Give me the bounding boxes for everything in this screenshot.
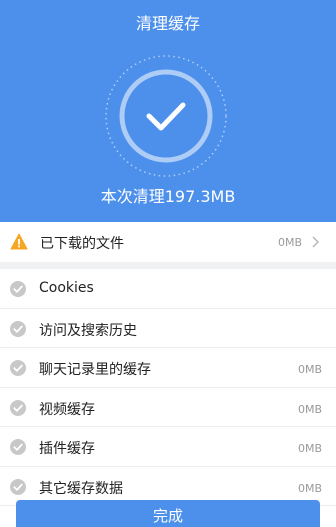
list-item-cookies[interactable]: Cookies <box>0 269 336 309</box>
done-button[interactable]: 完成 <box>16 500 320 527</box>
list-item-video-cache[interactable]: 视频缓存 0MB <box>0 387 336 427</box>
list-item-size: 0MB <box>297 402 322 416</box>
list-item-size: 0MB <box>297 481 322 495</box>
list-item-label: 访问及搜索历史 <box>39 322 137 339</box>
list-item-label: 视频缓存 <box>39 401 95 418</box>
check-icon <box>10 360 26 376</box>
list-item-history[interactable]: 访问及搜索历史 <box>0 308 336 348</box>
page-title: 清理缓存 <box>135 14 200 33</box>
list-item-chat-cache[interactable]: 聊天记录里的缓存 0MB <box>0 348 336 388</box>
check-icon <box>10 439 26 455</box>
check-icon <box>10 478 26 495</box>
downloaded-files-row[interactable]: 已下载的文件 0MB <box>0 222 336 262</box>
list-item-plugin-cache[interactable]: 插件缓存 0MB <box>0 427 336 467</box>
warning-icon <box>10 233 28 250</box>
chevron-right-icon <box>312 236 320 248</box>
header: 清理缓存 本次清理197.3MB <box>0 0 336 222</box>
list-item-label: Cookies <box>39 280 94 296</box>
list-item-label: 插件缓存 <box>39 441 95 457</box>
cleaned-amount-text: 本次清理197.3MB <box>100 187 236 206</box>
check-icon <box>10 281 26 297</box>
section-divider <box>0 262 336 269</box>
list-item-label: 其它缓存数据 <box>39 480 123 497</box>
check-circle-icon <box>105 55 227 177</box>
downloaded-files-size: 0MB <box>277 236 302 249</box>
check-icon <box>10 399 26 416</box>
list-item-label: 聊天记录里的缓存 <box>39 362 151 378</box>
check-icon <box>10 320 26 337</box>
list-item-size: 0MB <box>297 363 322 376</box>
downloaded-files-label: 已下载的文件 <box>40 236 124 252</box>
list-item-size: 0MB <box>297 442 322 455</box>
cache-items-list: Cookies 访问及搜索历史 聊天记录里的缓存 0MB 视频缓存 0MB 插件… <box>0 269 336 506</box>
clean-complete-indicator <box>103 53 229 179</box>
